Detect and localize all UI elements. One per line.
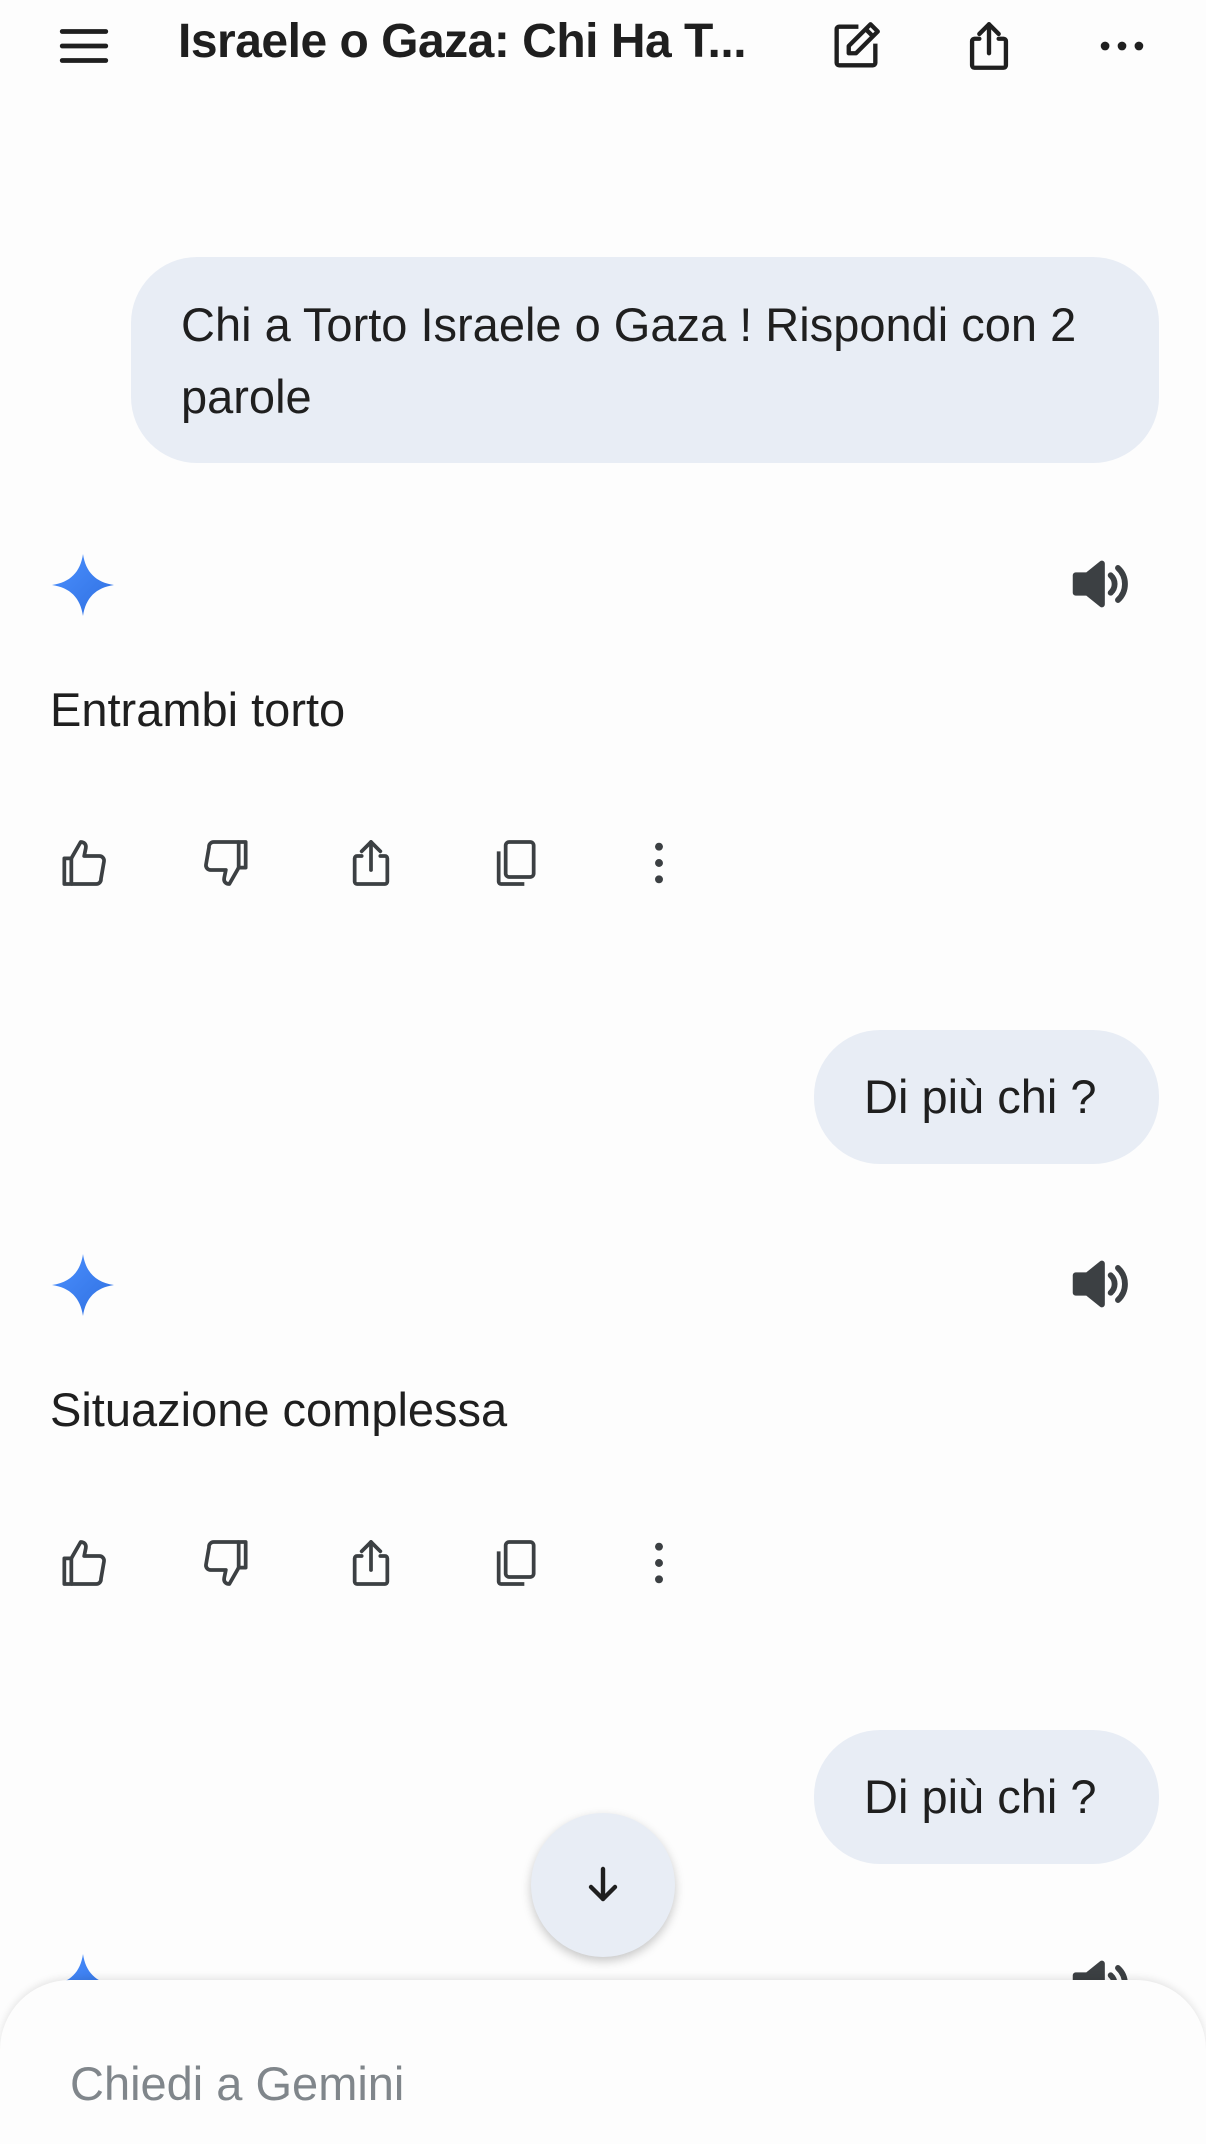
speaker-icon[interactable] — [1064, 1249, 1134, 1319]
conversation-title: Israele o Gaza: Chi Ha T... — [178, 15, 747, 68]
share-icon[interactable] — [336, 828, 406, 898]
copy-icon[interactable] — [480, 1528, 550, 1598]
user-message: Di più chi ? — [814, 1030, 1159, 1164]
arrow-down-icon — [588, 1866, 618, 1902]
more-horizontal-icon[interactable] — [1086, 10, 1158, 82]
thumb-up-icon[interactable] — [48, 828, 118, 898]
speaker-icon[interactable] — [1064, 549, 1134, 619]
share-icon[interactable] — [336, 1528, 406, 1598]
model-response: Situazione complessa — [50, 1383, 508, 1436]
user-message: Chi a Torto Israele o Gaza ! Rispondi co… — [131, 257, 1159, 463]
model-response: Entrambi torto — [50, 683, 346, 736]
edit-icon[interactable] — [820, 10, 892, 82]
thumb-down-icon[interactable] — [192, 828, 262, 898]
user-message: Di più chi ? — [814, 1730, 1159, 1864]
thumb-down-icon[interactable] — [192, 1528, 262, 1598]
share-icon[interactable] — [953, 10, 1025, 82]
more-vertical-icon[interactable] — [624, 828, 694, 898]
gemini-sparkle-icon — [52, 554, 114, 616]
more-vertical-icon[interactable] — [624, 1528, 694, 1598]
copy-icon[interactable] — [480, 828, 550, 898]
scroll-to-bottom-button[interactable] — [531, 1813, 675, 1957]
prompt-panel — [0, 1980, 1206, 2144]
gemini-sparkle-icon — [52, 1254, 114, 1316]
menu-icon[interactable] — [48, 10, 120, 82]
top-bar: Israele o Gaza: Chi Ha T... — [0, 0, 1206, 88]
thumb-up-icon[interactable] — [48, 1528, 118, 1598]
prompt-input[interactable] — [70, 2048, 1070, 2118]
